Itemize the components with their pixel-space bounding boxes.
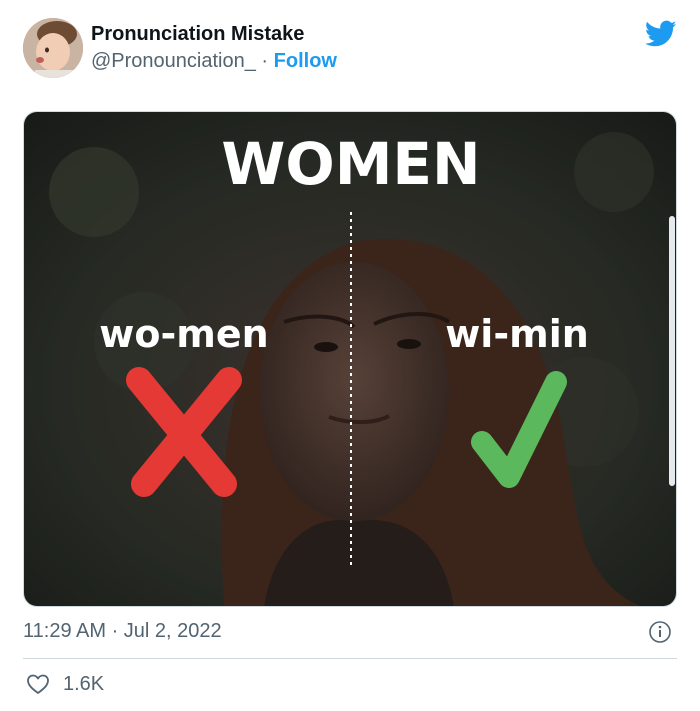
twitter-bird-icon[interactable] — [645, 20, 677, 48]
image-title: WOMEN — [221, 130, 480, 198]
avatar[interactable] — [23, 18, 83, 78]
divider — [23, 658, 677, 659]
right-label: wi-min — [445, 312, 589, 356]
follow-button[interactable]: Follow — [274, 50, 337, 72]
tweet-card: Pronunciation Mistake @Pronounciation_ ·… — [0, 0, 700, 711]
avatar-image — [23, 18, 83, 78]
author-handle[interactable]: @Pronounciation_ — [91, 50, 256, 72]
author-name[interactable]: Pronunciation Mistake — [91, 23, 304, 46]
separator-dot: · — [255, 50, 274, 72]
handle-row: @Pronounciation_ · Follow — [91, 50, 337, 73]
tweet-timestamp[interactable]: 11:29 AM · Jul 2, 2022 — [23, 620, 222, 643]
tweet-image[interactable]: WOMEN wo-men wi-min — [23, 111, 677, 607]
info-icon[interactable] — [648, 620, 672, 644]
wrong-label: wo-men — [99, 312, 268, 356]
like-count[interactable]: 1.6K — [63, 673, 104, 696]
scrollbar[interactable] — [669, 216, 675, 486]
image-content: WOMEN wo-men wi-min — [24, 112, 676, 606]
heart-icon[interactable] — [26, 672, 50, 696]
